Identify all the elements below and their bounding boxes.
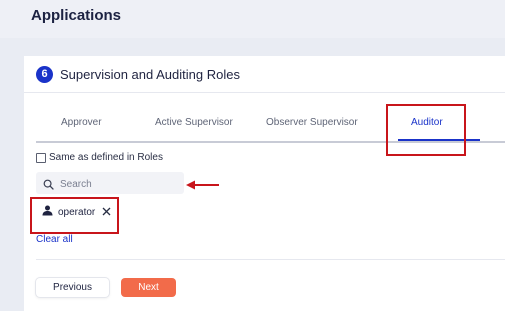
app-header: Applications: [0, 0, 505, 38]
annotation-arrow: [186, 177, 220, 195]
same-as-roles-option[interactable]: Same as defined in Roles: [36, 152, 163, 163]
clear-all-link[interactable]: Clear all: [36, 234, 73, 245]
chip-label: operator: [58, 206, 96, 218]
tab-auditor[interactable]: Auditor: [411, 117, 443, 128]
tab-observer-supervisor[interactable]: Observer Supervisor: [266, 117, 358, 128]
tab-approver[interactable]: Approver: [61, 117, 102, 128]
search-input[interactable]: [58, 175, 182, 193]
user-icon: [42, 203, 53, 221]
selected-role-chip: operator: [38, 202, 115, 222]
active-tab-indicator: [398, 139, 480, 141]
page-title: Applications: [31, 7, 122, 24]
role-tabs: Approver Active Supervisor Observer Supe…: [36, 112, 505, 143]
roles-panel: 6 Supervision and Auditing Roles Approve…: [24, 56, 505, 311]
section-divider: [24, 92, 505, 93]
same-as-roles-checkbox[interactable]: [36, 152, 46, 163]
next-button[interactable]: Next: [121, 278, 176, 297]
tab-active-supervisor[interactable]: Active Supervisor: [155, 117, 233, 128]
search-box[interactable]: [36, 172, 184, 194]
step-number-badge: 6: [36, 66, 53, 83]
footer-divider: [36, 259, 505, 260]
previous-button[interactable]: Previous: [36, 278, 109, 297]
close-icon[interactable]: [102, 203, 111, 221]
search-icon: [43, 177, 54, 195]
section-title: Supervision and Auditing Roles: [60, 67, 240, 82]
same-as-roles-label: Same as defined in Roles: [49, 152, 163, 163]
